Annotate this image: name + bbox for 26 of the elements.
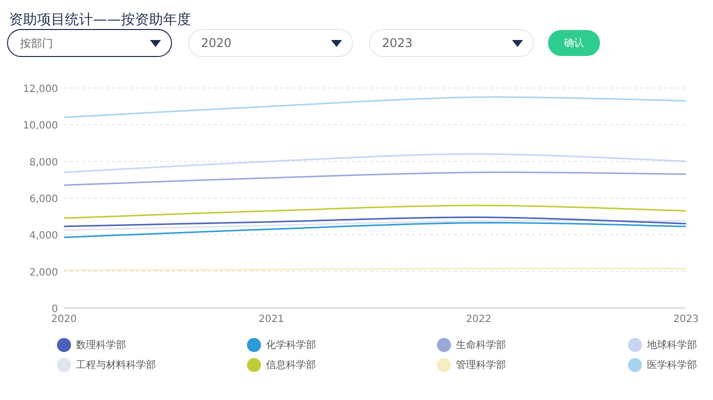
legend-label: 信息科学部 <box>266 358 316 372</box>
axis-tick-label: 10,000 <box>23 120 58 132</box>
dropdown[interactable]: 按部门 <box>7 29 172 57</box>
dropdown[interactable]: 2020 <box>188 29 353 57</box>
chart-title: 资助项目统计——按资助年度 <box>8 11 192 27</box>
caret-icon <box>512 40 523 46</box>
legend-label: 生命科学部 <box>456 338 506 352</box>
dropdown[interactable]: 2023 <box>369 29 534 57</box>
axis-tick-label: 0 <box>52 304 58 315</box>
axis-tick-label: 2021 <box>258 314 284 325</box>
axis-tick-label: 2023 <box>673 314 699 325</box>
legend-label: 管理科学部 <box>456 358 506 372</box>
legend-label: 数理科学部 <box>76 338 126 352</box>
legend-label: 地球科学部 <box>647 338 697 352</box>
axis-tick-label: 2,000 <box>29 267 58 278</box>
axis-tick-label: 8,000 <box>29 157 58 168</box>
axis-tick-label: 4,000 <box>29 230 58 242</box>
axis-tick-label: 12,000 <box>23 84 58 95</box>
axis-tick-label: 2022 <box>466 314 492 325</box>
legend-label: 工程与材料科学部 <box>76 358 156 372</box>
axis-tick-label: 2020 <box>51 314 77 325</box>
caret-icon <box>150 40 161 46</box>
caret-icon <box>331 40 342 46</box>
legend-label: 医学科学部 <box>647 358 697 372</box>
axis-tick-label: 6,000 <box>29 194 58 205</box>
legend-label: 化学科学部 <box>266 338 316 352</box>
